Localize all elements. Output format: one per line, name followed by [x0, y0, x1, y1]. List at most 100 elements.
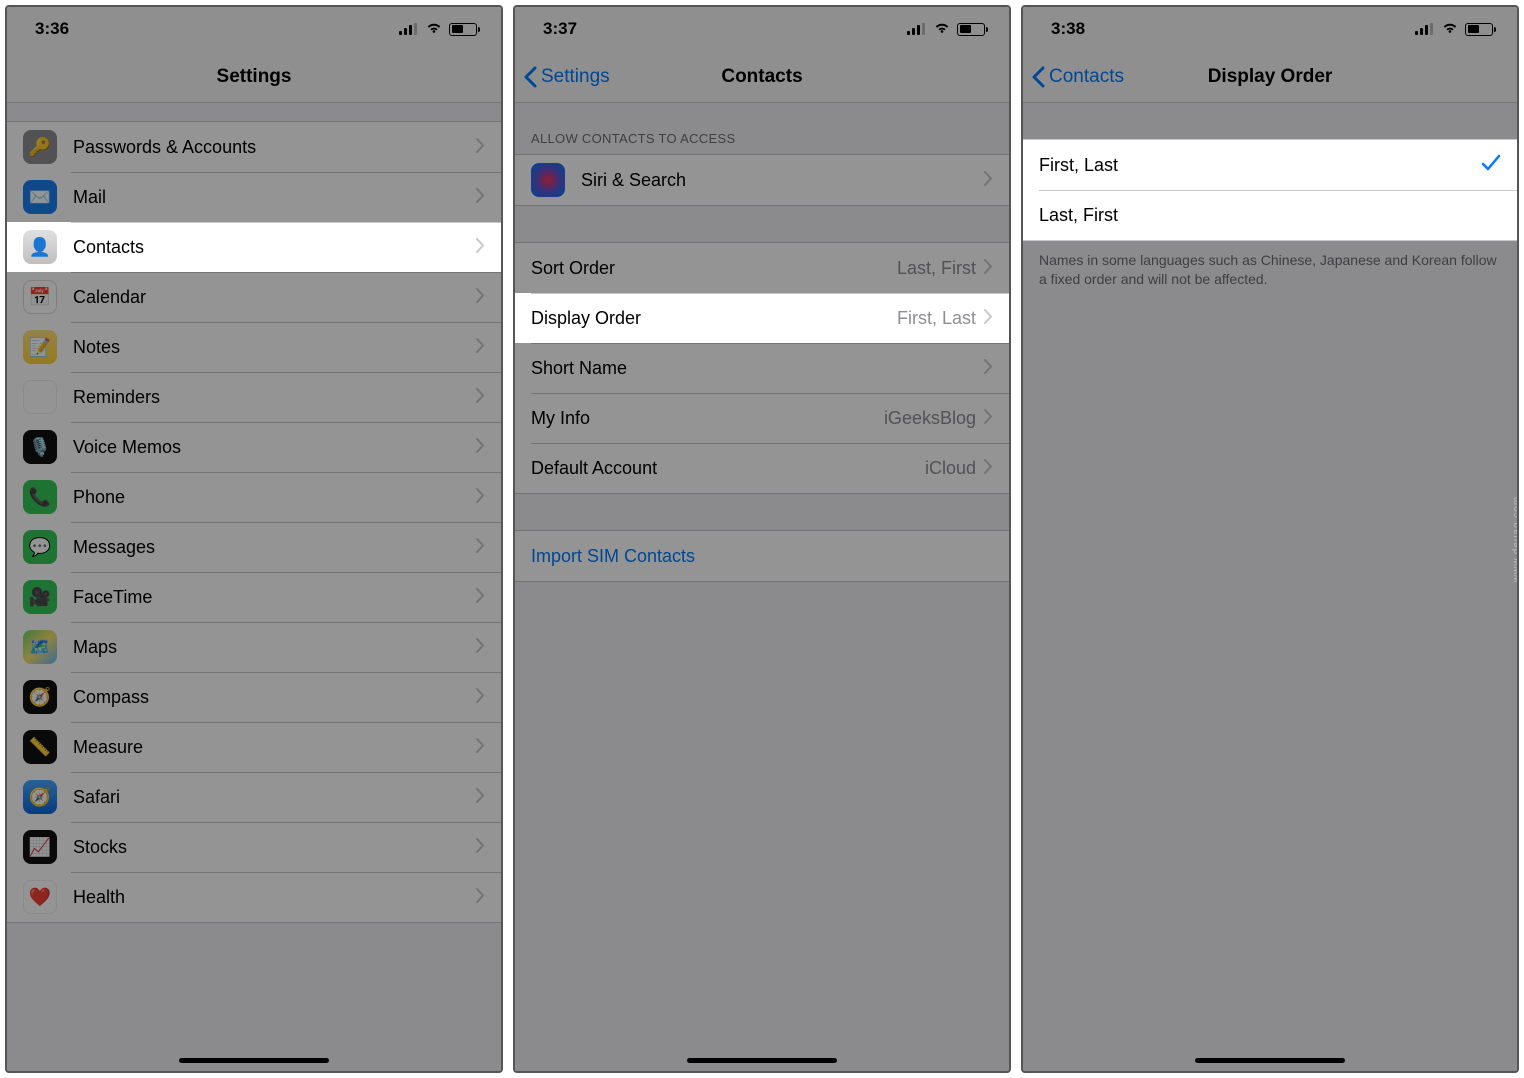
compass-icon: 🧭 [23, 680, 57, 714]
status-time: 3:37 [543, 19, 577, 39]
settings-row-reminders[interactable]: ⊙ Reminders [7, 372, 501, 422]
siri-icon [531, 163, 565, 197]
settings-row-compass[interactable]: 🧭 Compass [7, 672, 501, 722]
row-default-account[interactable]: Default Account iCloud [515, 443, 1009, 493]
row-value: iGeeksBlog [884, 408, 976, 429]
settings-row-messages[interactable]: 💬 Messages [7, 522, 501, 572]
settings-row-stocks[interactable]: 📈 Stocks [7, 822, 501, 872]
facetime-icon: 🎥 [23, 580, 57, 614]
row-label: Messages [73, 537, 476, 558]
page-title: Contacts [721, 66, 802, 88]
home-indicator[interactable] [687, 1058, 837, 1063]
settings-row-maps[interactable]: 🗺️ Maps [7, 622, 501, 672]
calendar-icon: 📅 [23, 280, 57, 314]
health-icon: ❤️ [23, 880, 57, 914]
row-label: Short Name [531, 358, 984, 379]
chevron-right-icon [984, 170, 993, 191]
status-bar: 3:36 [7, 7, 501, 51]
row-label: My Info [531, 408, 884, 429]
settings-row-notes[interactable]: 📝 Notes [7, 322, 501, 372]
row-label: Notes [73, 337, 476, 358]
settings-row-facetime[interactable]: 🎥 FaceTime [7, 572, 501, 622]
battery-icon [1465, 23, 1493, 36]
wifi-icon [933, 19, 951, 39]
row-label: Mail [73, 187, 476, 208]
chevron-right-icon [476, 687, 485, 708]
nav-bar: Contacts Display Order [1023, 51, 1517, 103]
row-value: First, Last [897, 308, 976, 329]
row-import-sim[interactable]: Import SIM Contacts [515, 531, 1009, 581]
nav-bar: Settings Contacts [515, 51, 1009, 103]
chevron-left-icon [1031, 66, 1045, 88]
checkmark-icon [1481, 154, 1501, 177]
chevron-right-icon [476, 887, 485, 908]
home-indicator[interactable] [179, 1058, 329, 1063]
chevron-right-icon [476, 487, 485, 508]
row-label: Stocks [73, 837, 476, 858]
safari-icon: 🧭 [23, 780, 57, 814]
screen-display-order: 3:38 Contacts Display Order First, Last … [1021, 5, 1519, 1073]
settings-row-contacts[interactable]: 👤 Contacts [7, 222, 501, 272]
nav-bar: Settings [7, 51, 501, 103]
settings-row-phone[interactable]: 📞 Phone [7, 472, 501, 522]
row-label: Siri & Search [581, 170, 984, 191]
option-last-first[interactable]: Last, First [1023, 190, 1517, 240]
battery-icon [957, 23, 985, 36]
chevron-right-icon [476, 137, 485, 158]
page-title: Display Order [1208, 66, 1333, 88]
row-label: Measure [73, 737, 476, 758]
row-label: Health [73, 887, 476, 908]
battery-icon [449, 23, 477, 36]
wifi-icon [1441, 19, 1459, 39]
option-label: First, Last [1039, 155, 1481, 176]
status-time: 3:38 [1051, 19, 1085, 39]
settings-row-health[interactable]: ❤️ Health [7, 872, 501, 922]
row-label: Passwords & Accounts [73, 137, 476, 158]
row-label: Voice Memos [73, 437, 476, 458]
footer-note: Names in some languages such as Chinese,… [1023, 241, 1517, 299]
notes-icon: 📝 [23, 330, 57, 364]
option-first-last[interactable]: First, Last [1023, 140, 1517, 190]
key-icon: 🔑 [23, 130, 57, 164]
row-short-name[interactable]: Short Name [515, 343, 1009, 393]
wifi-icon [425, 19, 443, 39]
section-header: ALLOW CONTACTS TO ACCESS [515, 103, 1009, 154]
back-button[interactable]: Contacts [1031, 51, 1124, 102]
row-label: Compass [73, 687, 476, 708]
chevron-right-icon [476, 187, 485, 208]
back-button[interactable]: Settings [523, 51, 610, 102]
settings-row-measure[interactable]: 📏 Measure [7, 722, 501, 772]
chevron-right-icon [984, 408, 993, 429]
status-time: 3:36 [35, 19, 69, 39]
row-label: Import SIM Contacts [531, 546, 993, 567]
home-indicator[interactable] [1195, 1058, 1345, 1063]
back-label: Contacts [1049, 66, 1124, 88]
row-label: Sort Order [531, 258, 897, 279]
row-my-info[interactable]: My Info iGeeksBlog [515, 393, 1009, 443]
chevron-right-icon [476, 737, 485, 758]
row-siri-search[interactable]: Siri & Search [515, 155, 1009, 205]
row-value: iCloud [925, 458, 976, 479]
row-label: Default Account [531, 458, 925, 479]
settings-row-safari[interactable]: 🧭 Safari [7, 772, 501, 822]
chevron-right-icon [476, 587, 485, 608]
option-label: Last, First [1039, 205, 1501, 226]
row-label: Reminders [73, 387, 476, 408]
watermark: www.deuaq.com [1511, 496, 1519, 582]
row-label: Maps [73, 637, 476, 658]
settings-row-calendar[interactable]: 📅 Calendar [7, 272, 501, 322]
voice-memos-icon: 🎙️ [23, 430, 57, 464]
chevron-right-icon [476, 837, 485, 858]
messages-icon: 💬 [23, 530, 57, 564]
settings-row-voice-memos[interactable]: 🎙️ Voice Memos [7, 422, 501, 472]
maps-icon: 🗺️ [23, 630, 57, 664]
chevron-right-icon [476, 237, 485, 258]
chevron-right-icon [476, 787, 485, 808]
row-sort-order[interactable]: Sort Order Last, First [515, 243, 1009, 293]
chevron-right-icon [984, 358, 993, 379]
screen-contacts-settings: 3:37 Settings Contacts ALLOW CONTACTS TO… [513, 5, 1011, 1073]
settings-row-mail[interactable]: ✉️ Mail [7, 172, 501, 222]
settings-row-passwords[interactable]: 🔑 Passwords & Accounts [7, 122, 501, 172]
chevron-right-icon [476, 437, 485, 458]
row-display-order[interactable]: Display Order First, Last [515, 293, 1009, 343]
